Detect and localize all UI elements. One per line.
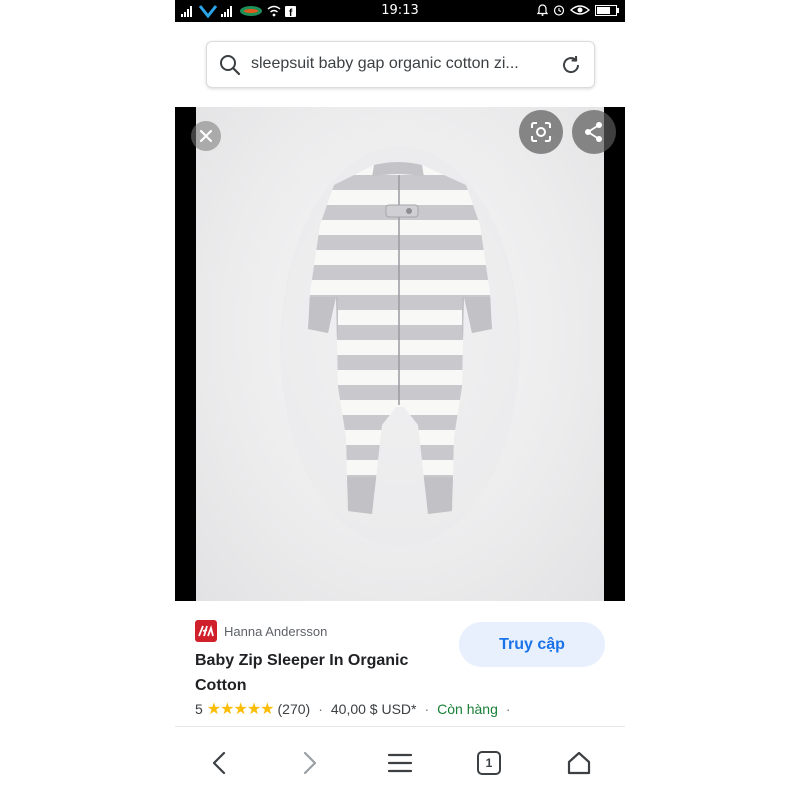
lens-icon <box>531 122 551 142</box>
source-name: Hanna Andersson <box>224 623 328 639</box>
share-icon <box>585 122 602 142</box>
price: 40,00 $ USD* <box>330 701 417 717</box>
separator: · <box>505 701 511 717</box>
tabs-button[interactable]: 1 <box>469 743 509 783</box>
separator: · <box>318 701 323 717</box>
tab-count: 1 <box>485 756 493 770</box>
lens-button[interactable] <box>519 110 563 154</box>
phone-screen: f 19:13 sleepsuit baby gap organic cotto… <box>175 0 625 800</box>
bottom-navbar: 1 <box>175 727 625 800</box>
search-bar[interactable]: sleepsuit baby gap organic cotton zi... <box>206 41 595 88</box>
forward-icon <box>303 751 317 775</box>
visit-button[interactable]: Truy cập <box>459 622 605 667</box>
status-bar: f 19:13 <box>175 0 625 22</box>
menu-button[interactable] <box>380 743 420 783</box>
search-query[interactable]: sleepsuit baby gap organic cotton zi... <box>251 55 519 73</box>
result-title[interactable]: Baby Zip Sleeper In Organic Cotton <box>195 648 445 698</box>
separator: · <box>424 701 430 717</box>
image-viewer <box>175 107 625 601</box>
sleeper-illustration <box>280 147 520 547</box>
home-button[interactable] <box>559 743 599 783</box>
refresh-icon[interactable] <box>560 54 582 76</box>
close-button[interactable] <box>191 121 221 151</box>
source-row[interactable]: Hanna Andersson <box>195 620 327 642</box>
back-button[interactable] <box>200 743 240 783</box>
alarm-icon <box>537 4 548 16</box>
share-button[interactable] <box>572 110 616 154</box>
status-right-icons <box>537 4 619 16</box>
review-count: (270) <box>277 701 311 717</box>
home-icon <box>567 751 591 775</box>
clock-icon <box>553 5 565 16</box>
rating-stars: ★★★★★ <box>206 701 275 718</box>
forward-button[interactable] <box>289 743 329 783</box>
back-icon <box>212 751 226 775</box>
battery-icon <box>595 4 619 16</box>
search-icon[interactable] <box>219 54 241 76</box>
menu-icon <box>388 753 412 773</box>
eye-icon <box>570 5 590 15</box>
rating-value: 5 <box>195 701 203 717</box>
result-meta: 5 ★★★★★ (270) · 40,00 $ USD* · Còn hàng … <box>195 699 519 719</box>
product-image[interactable] <box>196 107 604 601</box>
close-icon <box>199 129 213 143</box>
result-card: Hanna Andersson Baby Zip Sleeper In Orga… <box>175 601 625 726</box>
availability: Còn hàng <box>437 701 498 717</box>
hanna-andersson-logo <box>195 620 217 642</box>
